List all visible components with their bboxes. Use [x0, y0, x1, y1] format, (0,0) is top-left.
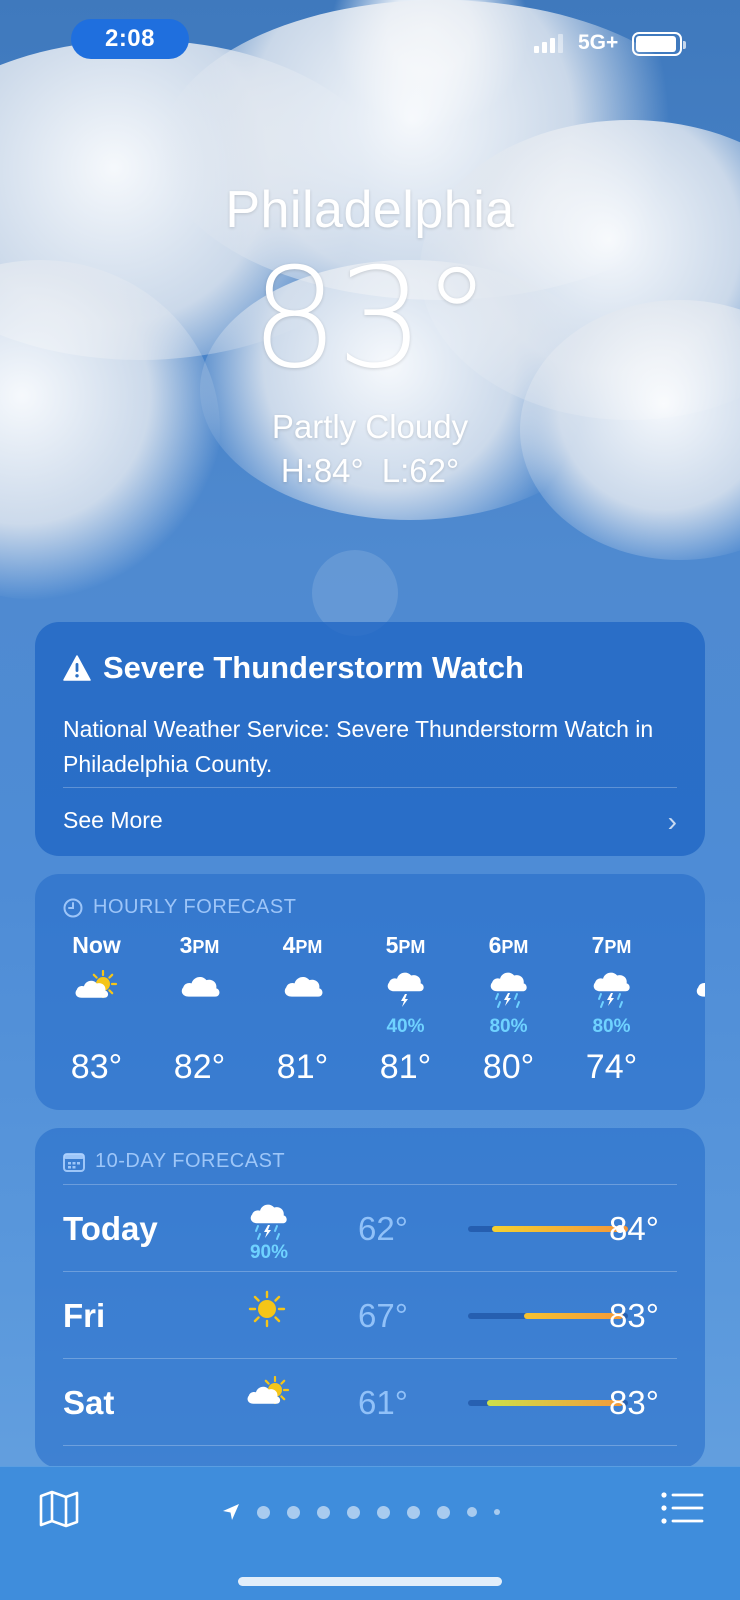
hour-temp: 82°	[173, 1048, 226, 1086]
hour-time: Now	[72, 932, 121, 958]
hour-temp: 81°	[379, 1048, 432, 1086]
alert-title: Severe Thunderstorm Watch	[103, 650, 524, 685]
thunder-cloud-icon	[384, 970, 428, 1015]
thunder-rain-icon	[487, 970, 531, 1015]
hour-item[interactable]: Now 83°	[45, 932, 148, 1102]
hour-time: 7PM	[591, 932, 632, 958]
current-temperature: 83°	[250, 238, 492, 399]
day-low: 67°	[358, 1297, 408, 1334]
day-name: Today	[63, 1210, 158, 1247]
map-icon[interactable]	[38, 1489, 80, 1529]
cloud-icon	[281, 970, 325, 1015]
partly-cloudy-icon	[241, 1375, 297, 1421]
divider	[63, 787, 677, 788]
page-dot[interactable]	[437, 1505, 450, 1519]
hourly-header: HOURLY FORECAST	[63, 896, 296, 919]
day-precip: 90%	[249, 1242, 289, 1263]
ten-day-forecast[interactable]: 10-DAY FORECAST Today 90% 62° 84° Fri 67° 83° S…	[35, 1128, 705, 1468]
cellular-signal-icon	[534, 33, 563, 53]
hour-time: 3PM	[179, 932, 220, 958]
hour-precip: 80%	[489, 1016, 528, 1037]
hour-time: 4PM	[282, 932, 323, 958]
day-name: Sat	[63, 1384, 115, 1421]
hour-temp: 80°	[482, 1048, 535, 1086]
page-dot[interactable]	[467, 1507, 477, 1517]
temp-range-bar	[468, 1400, 628, 1406]
cloud-icon	[178, 970, 222, 1015]
page-dot[interactable]	[407, 1505, 420, 1519]
divider	[63, 1184, 677, 1185]
hour-item[interactable]: 6PM 80% 80°	[457, 932, 560, 1102]
high-low: H:84° L:62°	[0, 452, 740, 490]
hour-time: 8	[663, 932, 705, 959]
hour-item[interactable]: 5PM 40% 81°	[354, 932, 457, 1102]
status-bar: 2:08 5G+	[0, 0, 740, 80]
hour-item[interactable]: 7PM 80% 74°	[560, 932, 663, 1102]
day-high: 84°	[609, 1210, 659, 1247]
hour-time: 6PM	[488, 932, 529, 958]
daily-header: 10-DAY FORECAST	[63, 1150, 285, 1173]
divider	[63, 1445, 677, 1446]
home-indicator[interactable]	[238, 1577, 502, 1586]
status-time[interactable]: 2:08	[71, 19, 189, 59]
page-indicator[interactable]	[222, 1503, 500, 1521]
hour-temp: 83°	[70, 1048, 123, 1086]
current-condition: Partly Cloudy	[271, 408, 469, 445]
hour-item[interactable]: 3PM 82°	[148, 932, 251, 1102]
calendar-icon	[63, 1152, 85, 1172]
warning-icon	[63, 655, 91, 681]
day-high: 83°	[609, 1384, 659, 1421]
hour-temp: 74°	[585, 1048, 638, 1086]
divider	[63, 1358, 677, 1359]
page-dot[interactable]	[317, 1505, 330, 1519]
cloud-icon	[693, 970, 705, 1015]
battery-icon	[632, 32, 686, 56]
hour-precip: 4	[663, 1016, 705, 1038]
thunder-rain-icon	[241, 1202, 297, 1247]
chevron-right-icon: ›	[667, 806, 677, 837]
hourly-list[interactable]: Now 83° 3PM 82° 4PM 81° 5PM 40% 81° 6PM 80% 80° 7PM 8…	[45, 932, 705, 1102]
hourly-title: HOURLY FORECAST	[93, 896, 297, 918]
sun-icon	[241, 1289, 297, 1334]
location-arrow-icon	[223, 1504, 239, 1520]
hour-temp: 81°	[276, 1048, 329, 1086]
city-name: Philadelphia	[225, 181, 515, 239]
hour-item[interactable]: 8 4 7	[663, 932, 705, 1102]
clock-icon	[63, 898, 83, 917]
alert-description: National Weather Service: Severe Thunder…	[63, 716, 654, 777]
daily-title: 10-DAY FORECAST	[95, 1150, 286, 1172]
temp-range-bar	[468, 1225, 628, 1233]
day-row[interactable]: Today 90% 62° 84°	[63, 1186, 677, 1273]
hour-item[interactable]: 4PM 81°	[251, 932, 354, 1102]
day-high: 83°	[609, 1297, 659, 1334]
thunder-rain-icon	[590, 970, 634, 1015]
day-low: 61°	[358, 1384, 408, 1421]
partly-cloudy-icon	[75, 969, 119, 1015]
hour-time: 5PM	[385, 932, 426, 958]
severe-weather-alert[interactable]: Severe Thunderstorm Watch National Weath…	[35, 622, 705, 856]
day-row[interactable]: Fri 67° 83°	[63, 1273, 677, 1360]
hour-temp: 7	[663, 1048, 705, 1087]
page-dot[interactable]	[257, 1505, 270, 1519]
hourly-forecast[interactable]: HOURLY FORECAST Now 83° 3PM 82° 4PM 81° 5PM 40%…	[35, 874, 705, 1110]
day-row[interactable]: Sat 61° 83°	[63, 1360, 677, 1447]
day-name: Fri	[63, 1297, 106, 1334]
high-temp: H:84°	[280, 452, 364, 489]
current-weather: Philadelphia 83° Partly Cloudy H:84° L:62…	[0, 180, 740, 490]
day-low: 62°	[358, 1210, 408, 1247]
page-dot[interactable]	[494, 1509, 500, 1515]
temp-range-bar	[468, 1313, 628, 1319]
alert-header: Severe Thunderstorm Watch	[63, 650, 524, 686]
hour-precip: 80%	[592, 1016, 631, 1037]
page-dot[interactable]	[347, 1505, 360, 1519]
divider	[63, 1271, 677, 1272]
page-dot[interactable]	[287, 1505, 300, 1519]
page-dot[interactable]	[377, 1505, 390, 1519]
see-more-link[interactable]: See More	[63, 807, 163, 834]
low-temp: L:62°	[381, 452, 460, 489]
list-icon[interactable]	[660, 1491, 704, 1525]
hour-precip: 40%	[386, 1016, 425, 1037]
network-type: 5G+	[578, 31, 619, 54]
